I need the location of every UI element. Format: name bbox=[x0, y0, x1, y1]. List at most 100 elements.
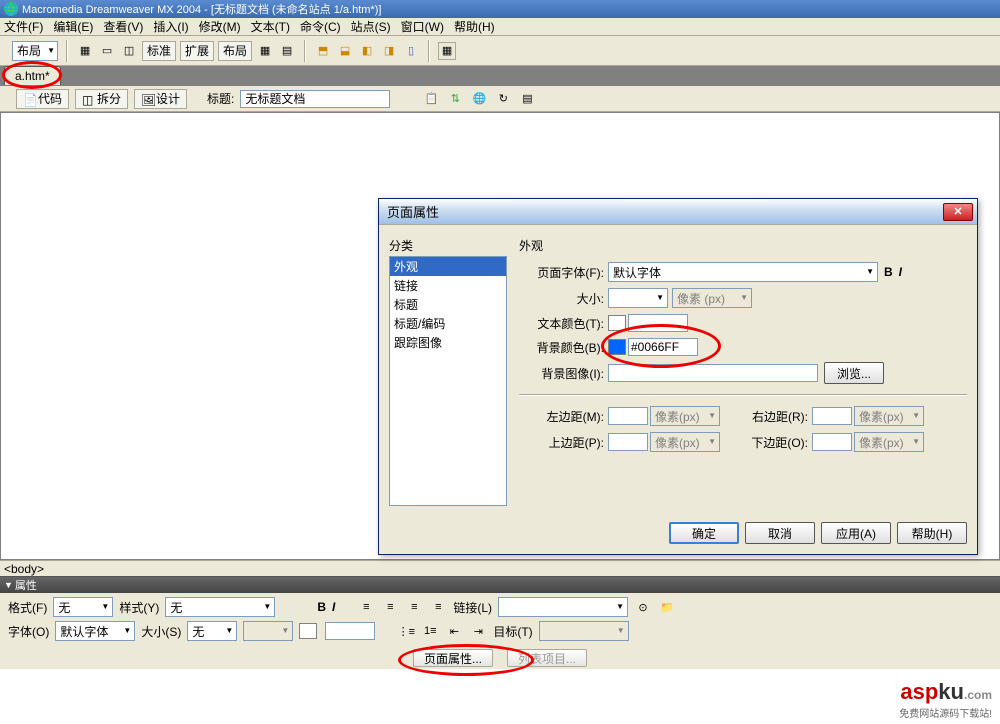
top-margin-unit: 像素(px) bbox=[650, 432, 720, 452]
menu-file[interactable]: 文件(F) bbox=[4, 18, 43, 35]
menu-commands[interactable]: 命令(C) bbox=[300, 18, 341, 35]
menu-window[interactable]: 窗口(W) bbox=[401, 18, 444, 35]
browse-folder-icon[interactable]: 📁 bbox=[658, 598, 676, 616]
menu-bar: 文件(F) 编辑(E) 查看(V) 插入(I) 修改(M) 文本(T) 命令(C… bbox=[0, 18, 1000, 36]
cancel-button[interactable]: 取消 bbox=[745, 522, 815, 544]
category-list[interactable]: 外观 链接 标题 标题/编码 跟踪图像 bbox=[389, 256, 507, 506]
outdent-icon[interactable]: ⇤ bbox=[445, 622, 463, 640]
row-below-icon[interactable]: ⬓ bbox=[336, 42, 354, 60]
bold-button[interactable]: B bbox=[884, 265, 893, 279]
apply-button[interactable]: 应用(A) bbox=[821, 522, 891, 544]
right-margin-unit: 像素(px) bbox=[854, 406, 924, 426]
italic-button[interactable]: I bbox=[899, 265, 902, 279]
bg-color-input[interactable] bbox=[628, 338, 698, 356]
point-to-file-icon[interactable]: ⊙ bbox=[634, 598, 652, 616]
size-combo[interactable] bbox=[608, 288, 668, 308]
font-combo2[interactable]: 默认字体 bbox=[55, 621, 135, 641]
italic-icon[interactable]: I bbox=[332, 600, 335, 614]
align-justify-icon[interactable]: ≡ bbox=[429, 598, 447, 616]
browse-button[interactable]: 浏览... bbox=[824, 362, 884, 384]
align-right-icon[interactable]: ≡ bbox=[405, 598, 423, 616]
layout-category-select[interactable]: 布局 bbox=[12, 41, 58, 61]
size-combo2[interactable]: 无 bbox=[187, 621, 237, 641]
table-icon[interactable]: ▦ bbox=[76, 42, 94, 60]
align-left-icon[interactable]: ≡ bbox=[357, 598, 375, 616]
properties-header[interactable]: 属性 bbox=[0, 577, 1000, 593]
col-left-icon[interactable]: ◧ bbox=[358, 42, 376, 60]
body-tag[interactable]: <body> bbox=[4, 562, 44, 576]
dialog-close-button[interactable]: ✕ bbox=[943, 203, 973, 221]
text-color-label: 文本颜色(T): bbox=[519, 315, 604, 332]
ol-icon[interactable]: 1≡ bbox=[421, 622, 439, 640]
category-headings[interactable]: 标题 bbox=[390, 295, 506, 314]
no-browser-check-icon[interactable]: 📋 bbox=[422, 90, 440, 108]
title-label: 标题: bbox=[207, 90, 234, 107]
link-combo[interactable] bbox=[498, 597, 628, 617]
font-label2: 字体(O) bbox=[8, 623, 49, 640]
frame-icon[interactable]: ▯ bbox=[402, 42, 420, 60]
tabular-data-icon[interactable]: ▦ bbox=[438, 42, 456, 60]
text-color-chip[interactable] bbox=[299, 623, 317, 639]
bg-color-label: 背景颜色(B): bbox=[519, 339, 604, 356]
align-center-icon[interactable]: ≡ bbox=[381, 598, 399, 616]
left-margin-input[interactable] bbox=[608, 407, 648, 425]
layout-mode-button[interactable]: 布局 bbox=[218, 41, 252, 61]
window-title: Macromedia Dreamweaver MX 2004 - [无标题文档 … bbox=[22, 1, 381, 17]
text-color-field[interactable] bbox=[325, 622, 375, 640]
right-margin-input[interactable] bbox=[812, 407, 852, 425]
design-view-button[interactable]: 🖼设计 bbox=[134, 89, 187, 109]
div-icon[interactable]: ▭ bbox=[98, 42, 116, 60]
bottom-margin-input[interactable] bbox=[812, 433, 852, 451]
menu-edit[interactable]: 编辑(E) bbox=[53, 18, 93, 35]
help-button[interactable]: 帮助(H) bbox=[897, 522, 967, 544]
col-right-icon[interactable]: ◨ bbox=[380, 42, 398, 60]
dialog-title: 页面属性 bbox=[387, 202, 439, 221]
bg-image-input[interactable] bbox=[608, 364, 818, 382]
preview-browser-icon[interactable]: 🌐 bbox=[470, 90, 488, 108]
split-view-button[interactable]: ◫拆分 bbox=[75, 89, 128, 109]
menu-insert[interactable]: 插入(I) bbox=[153, 18, 188, 35]
menu-modify[interactable]: 修改(M) bbox=[199, 18, 241, 35]
file-mgmt-icon[interactable]: ⇅ bbox=[446, 90, 464, 108]
category-encoding[interactable]: 标题/编码 bbox=[390, 314, 506, 333]
layer-icon[interactable]: ◫ bbox=[120, 42, 138, 60]
row-above-icon[interactable]: ⬒ bbox=[314, 42, 332, 60]
category-appearance[interactable]: 外观 bbox=[390, 257, 506, 276]
layout-cell-icon[interactable]: ▦ bbox=[256, 42, 274, 60]
layout-table-icon[interactable]: ▤ bbox=[278, 42, 296, 60]
menu-text[interactable]: 文本(T) bbox=[251, 18, 290, 35]
standard-mode-button[interactable]: 标准 bbox=[142, 41, 176, 61]
text-color-picker[interactable] bbox=[608, 315, 626, 331]
document-toolbar: 📄代码 ◫拆分 🖼设计 标题: 📋 ⇅ 🌐 ↻ ▤ bbox=[0, 86, 1000, 112]
code-view-button[interactable]: 📄代码 bbox=[16, 89, 69, 109]
menu-site[interactable]: 站点(S) bbox=[351, 18, 391, 35]
bg-color-picker[interactable] bbox=[608, 339, 626, 355]
text-color-input[interactable] bbox=[628, 314, 688, 332]
bold-icon[interactable]: B bbox=[317, 600, 326, 614]
page-properties-button[interactable]: 页面属性... bbox=[413, 649, 493, 667]
tag-selector-bar[interactable]: <body> bbox=[0, 560, 1000, 576]
refresh-icon[interactable]: ↻ bbox=[494, 90, 512, 108]
menu-help[interactable]: 帮助(H) bbox=[454, 18, 495, 35]
format-combo[interactable]: 无 bbox=[53, 597, 113, 617]
view-options-icon[interactable]: ▤ bbox=[518, 90, 536, 108]
size-label2: 大小(S) bbox=[141, 623, 181, 640]
category-links[interactable]: 链接 bbox=[390, 276, 506, 295]
page-font-combo[interactable]: 默认字体 bbox=[608, 262, 878, 282]
format-label: 格式(F) bbox=[8, 599, 47, 616]
expanded-mode-button[interactable]: 扩展 bbox=[180, 41, 214, 61]
dialog-titlebar[interactable]: 页面属性 ✕ bbox=[379, 199, 977, 225]
top-margin-input[interactable] bbox=[608, 433, 648, 451]
target-combo[interactable] bbox=[539, 621, 629, 641]
style-combo[interactable]: 无 bbox=[165, 597, 275, 617]
indent-icon[interactable]: ⇥ bbox=[469, 622, 487, 640]
document-tab[interactable]: a.htm* bbox=[4, 66, 61, 85]
bg-image-label: 背景图像(I): bbox=[519, 365, 604, 382]
category-tracing[interactable]: 跟踪图像 bbox=[390, 333, 506, 352]
document-title-input[interactable] bbox=[240, 90, 390, 108]
ok-button[interactable]: 确定 bbox=[669, 522, 739, 544]
ul-icon[interactable]: ⋮≡ bbox=[397, 622, 415, 640]
menu-view[interactable]: 查看(V) bbox=[103, 18, 143, 35]
category-label: 分类 bbox=[389, 237, 507, 254]
style-label: 样式(Y) bbox=[119, 599, 159, 616]
